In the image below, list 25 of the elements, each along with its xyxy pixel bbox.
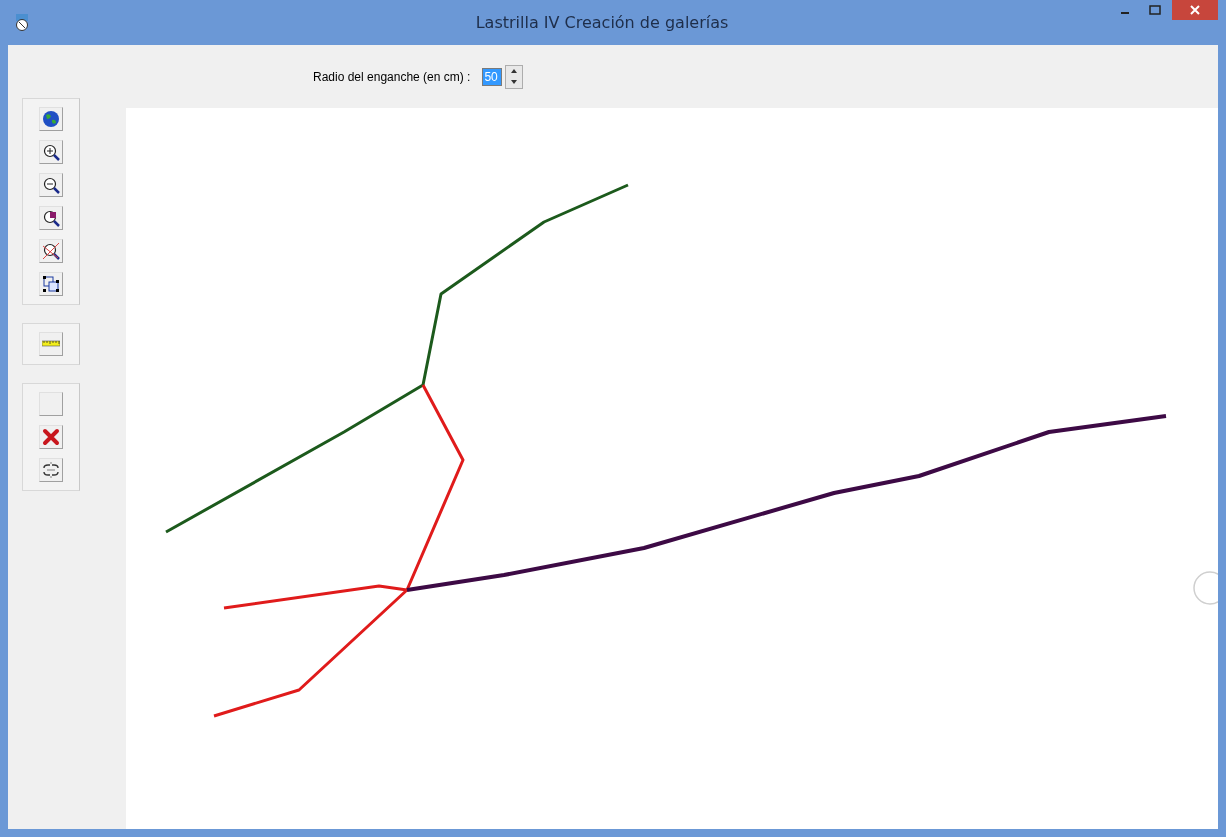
zoom-in-icon (42, 143, 60, 161)
radius-label: Radio del enganche (en cm) : (313, 69, 471, 84)
radius-field[interactable]: 50 (482, 67, 503, 86)
tool-button[interactable] (39, 107, 63, 131)
close-button[interactable] (1172, 0, 1218, 20)
broken-link-icon (42, 461, 60, 479)
magnifier-icon (42, 209, 60, 227)
tool-button[interactable] (39, 458, 63, 482)
close-icon (1190, 5, 1200, 15)
window-title: Lastrilla IV Creación de galerías (474, 13, 730, 32)
tool-button[interactable] (39, 140, 63, 164)
maximize-icon (1149, 5, 1161, 15)
tool-button[interactable] (39, 239, 63, 263)
minimize-icon (1121, 12, 1129, 14)
tool-button[interactable] (39, 272, 63, 296)
down-arrow-icon (511, 80, 518, 84)
delete-icon (42, 428, 60, 446)
magnifier-crossed-icon (42, 242, 60, 260)
extent-icon (42, 275, 60, 293)
tool-button[interactable] (39, 206, 63, 230)
globe-icon (42, 110, 60, 128)
up-arrow-icon (511, 69, 518, 73)
tool-button[interactable] (39, 173, 63, 197)
spin-buttons[interactable] (505, 64, 524, 89)
zoom-out-icon (42, 176, 60, 194)
